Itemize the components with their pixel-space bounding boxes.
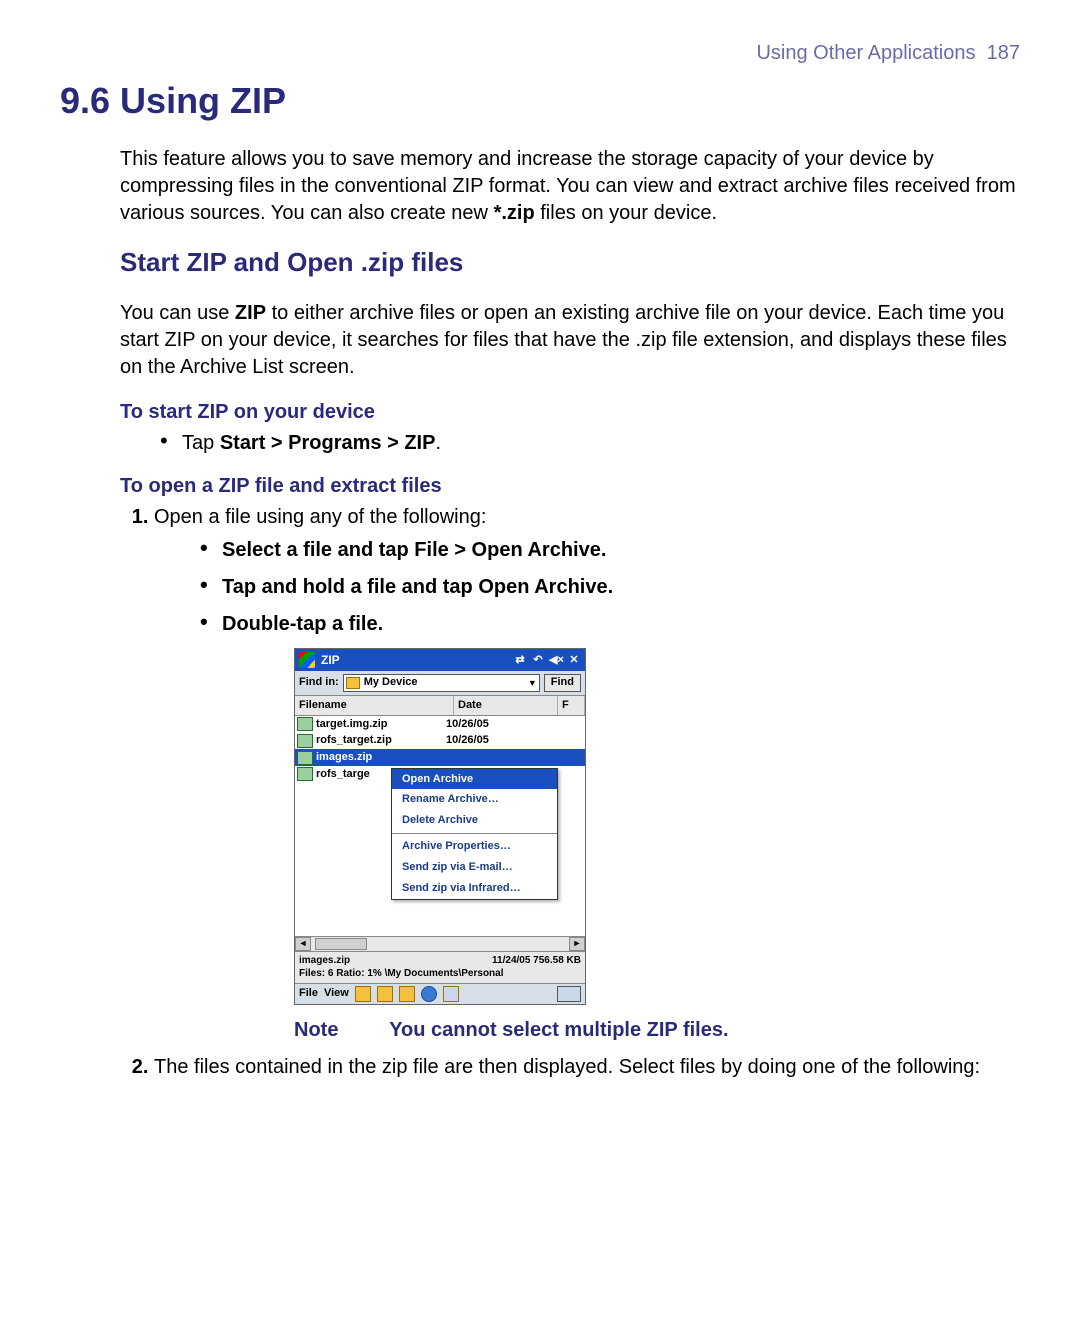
status-path: Files: 6 Ratio: 1% \My Documents\Persona… [299,967,581,981]
step1-bullet-2: Tap and hold a file and tap Open Archive… [194,574,1020,601]
zip-file-icon [297,751,313,765]
page-header: Using Other Applications 187 [60,40,1020,67]
find-bar: Find in: My Device ▼ Find [295,671,585,696]
menu-separator [392,833,557,834]
column-filename[interactable]: Filename [295,696,454,715]
task1-bullets: Tap Start > Programs > ZIP. [154,430,1020,457]
menu-view[interactable]: View [324,986,349,1001]
subsection-title: Start ZIP and Open .zip files [120,245,1020,280]
file-row-selected[interactable]: images.zip [295,749,585,766]
open-folder-icon[interactable] [355,986,371,1002]
intro-paragraph: This feature allows you to save memory a… [120,146,1020,227]
column-other[interactable]: F [558,696,585,715]
chapter-name: Using Other Applications [756,42,975,64]
task-heading-open-zip: To open a ZIP file and extract files [120,473,1020,500]
task-heading-start-zip: To start ZIP on your device [120,399,1020,426]
step1-bullet-1: Select a file and tap File > Open Archiv… [194,537,1020,564]
folder-icon [346,677,360,689]
menu-delete-archive[interactable]: Delete Archive [392,810,557,831]
task1-bullet-1: Tap Start > Programs > ZIP. [154,430,1020,457]
app-title: ZIP [321,652,340,668]
section-title: 9.6 Using ZIP [60,77,1020,126]
scroll-right-icon[interactable]: ► [569,937,585,951]
note-text: You cannot select multiple ZIP files. [389,1019,728,1041]
extract-icon[interactable] [399,986,415,1002]
bottom-menu-bar: File View [295,983,585,1004]
zip-file-icon [297,767,313,781]
step-1: Open a file using any of the following: … [154,504,1020,1044]
menu-send-email[interactable]: Send zip via E-mail… [392,857,557,878]
zip-app-screenshot: ZIP ⇄ ↶ ◀× ✕ Find in: My Device ▼ Find F… [294,648,586,1005]
note-row: Note You cannot select multiple ZIP file… [294,1017,1020,1044]
note-label: Note [294,1017,384,1044]
close-icon[interactable]: ✕ [567,653,581,667]
step-2: The files contained in the zip file are … [154,1054,1020,1081]
status-date-size: 11/24/05 756.58 KB [492,954,581,968]
menu-rename-archive[interactable]: Rename Archive… [392,789,557,810]
subsection-intro: You can use ZIP to either archive files … [120,300,1020,381]
menu-open-archive[interactable]: Open Archive [392,769,557,790]
find-button[interactable]: Find [544,674,581,692]
step1-bullets: Select a file and tap File > Open Archiv… [154,537,1020,638]
status-bar: images.zip 11/24/05 756.58 KB Files: 6 R… [295,951,585,983]
zip-file-icon [297,717,313,731]
file-row[interactable]: rofs_target.zip 10/26/05 [295,732,585,749]
find-location-dropdown[interactable]: My Device ▼ [343,674,540,692]
options-icon[interactable] [443,986,459,1002]
status-filename: images.zip [299,954,350,968]
column-date[interactable]: Date [454,696,558,715]
keyboard-icon[interactable] [557,986,581,1002]
titlebar: ZIP ⇄ ↶ ◀× ✕ [295,649,585,671]
chevron-down-icon: ▼ [528,677,537,689]
menu-file[interactable]: File [299,986,318,1001]
info-icon[interactable] [421,986,437,1002]
new-folder-icon[interactable] [377,986,393,1002]
zip-file-icon [297,734,313,748]
start-flag-icon[interactable] [299,652,315,668]
open-zip-steps: Open a file using any of the following: … [120,504,1020,1081]
menu-archive-properties[interactable]: Archive Properties… [392,836,557,857]
context-menu: Open Archive Rename Archive… Delete Arch… [391,768,558,900]
back-icon[interactable]: ↶ [531,653,545,667]
page-number: 187 [987,42,1020,64]
file-list: target.img.zip 10/26/05 rofs_target.zip … [295,716,585,936]
file-row[interactable]: target.img.zip 10/26/05 [295,716,585,733]
find-label: Find in: [299,675,339,690]
volume-icon[interactable]: ◀× [549,653,563,667]
step1-bullet-3: Double-tap a file. [194,611,1020,638]
scroll-left-icon[interactable]: ◄ [295,937,311,951]
list-header: Filename Date F [295,696,585,716]
scroll-thumb[interactable] [315,938,367,950]
menu-send-infrared[interactable]: Send zip via Infrared… [392,878,557,899]
sync-icon[interactable]: ⇄ [513,653,527,667]
horizontal-scrollbar[interactable]: ◄ ► [295,936,585,951]
